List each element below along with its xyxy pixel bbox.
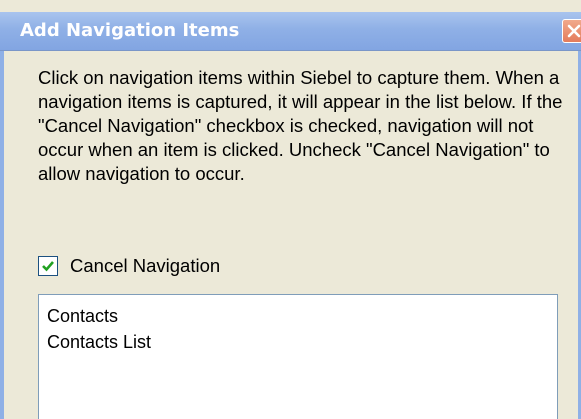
cancel-navigation-row[interactable]: Cancel Navigation	[38, 254, 220, 278]
add-navigation-items-dialog: Add Navigation Items Click on navigation…	[0, 0, 581, 419]
list-item[interactable]: Contacts List	[47, 329, 557, 355]
dialog-title: Add Navigation Items	[20, 20, 240, 41]
dialog-left-border	[0, 12, 4, 419]
cancel-navigation-checkbox[interactable]	[38, 256, 58, 276]
cancel-navigation-label[interactable]: Cancel Navigation	[70, 255, 220, 277]
captured-items-list[interactable]: Contacts Contacts List	[38, 294, 558, 419]
title-bar[interactable]: Add Navigation Items	[0, 12, 581, 51]
checkmark-icon	[42, 261, 54, 272]
list-item[interactable]: Contacts	[47, 303, 557, 329]
close-button[interactable]	[562, 19, 581, 43]
instructions-text: Click on navigation items within Siebel …	[38, 67, 563, 184]
close-icon	[567, 24, 581, 38]
